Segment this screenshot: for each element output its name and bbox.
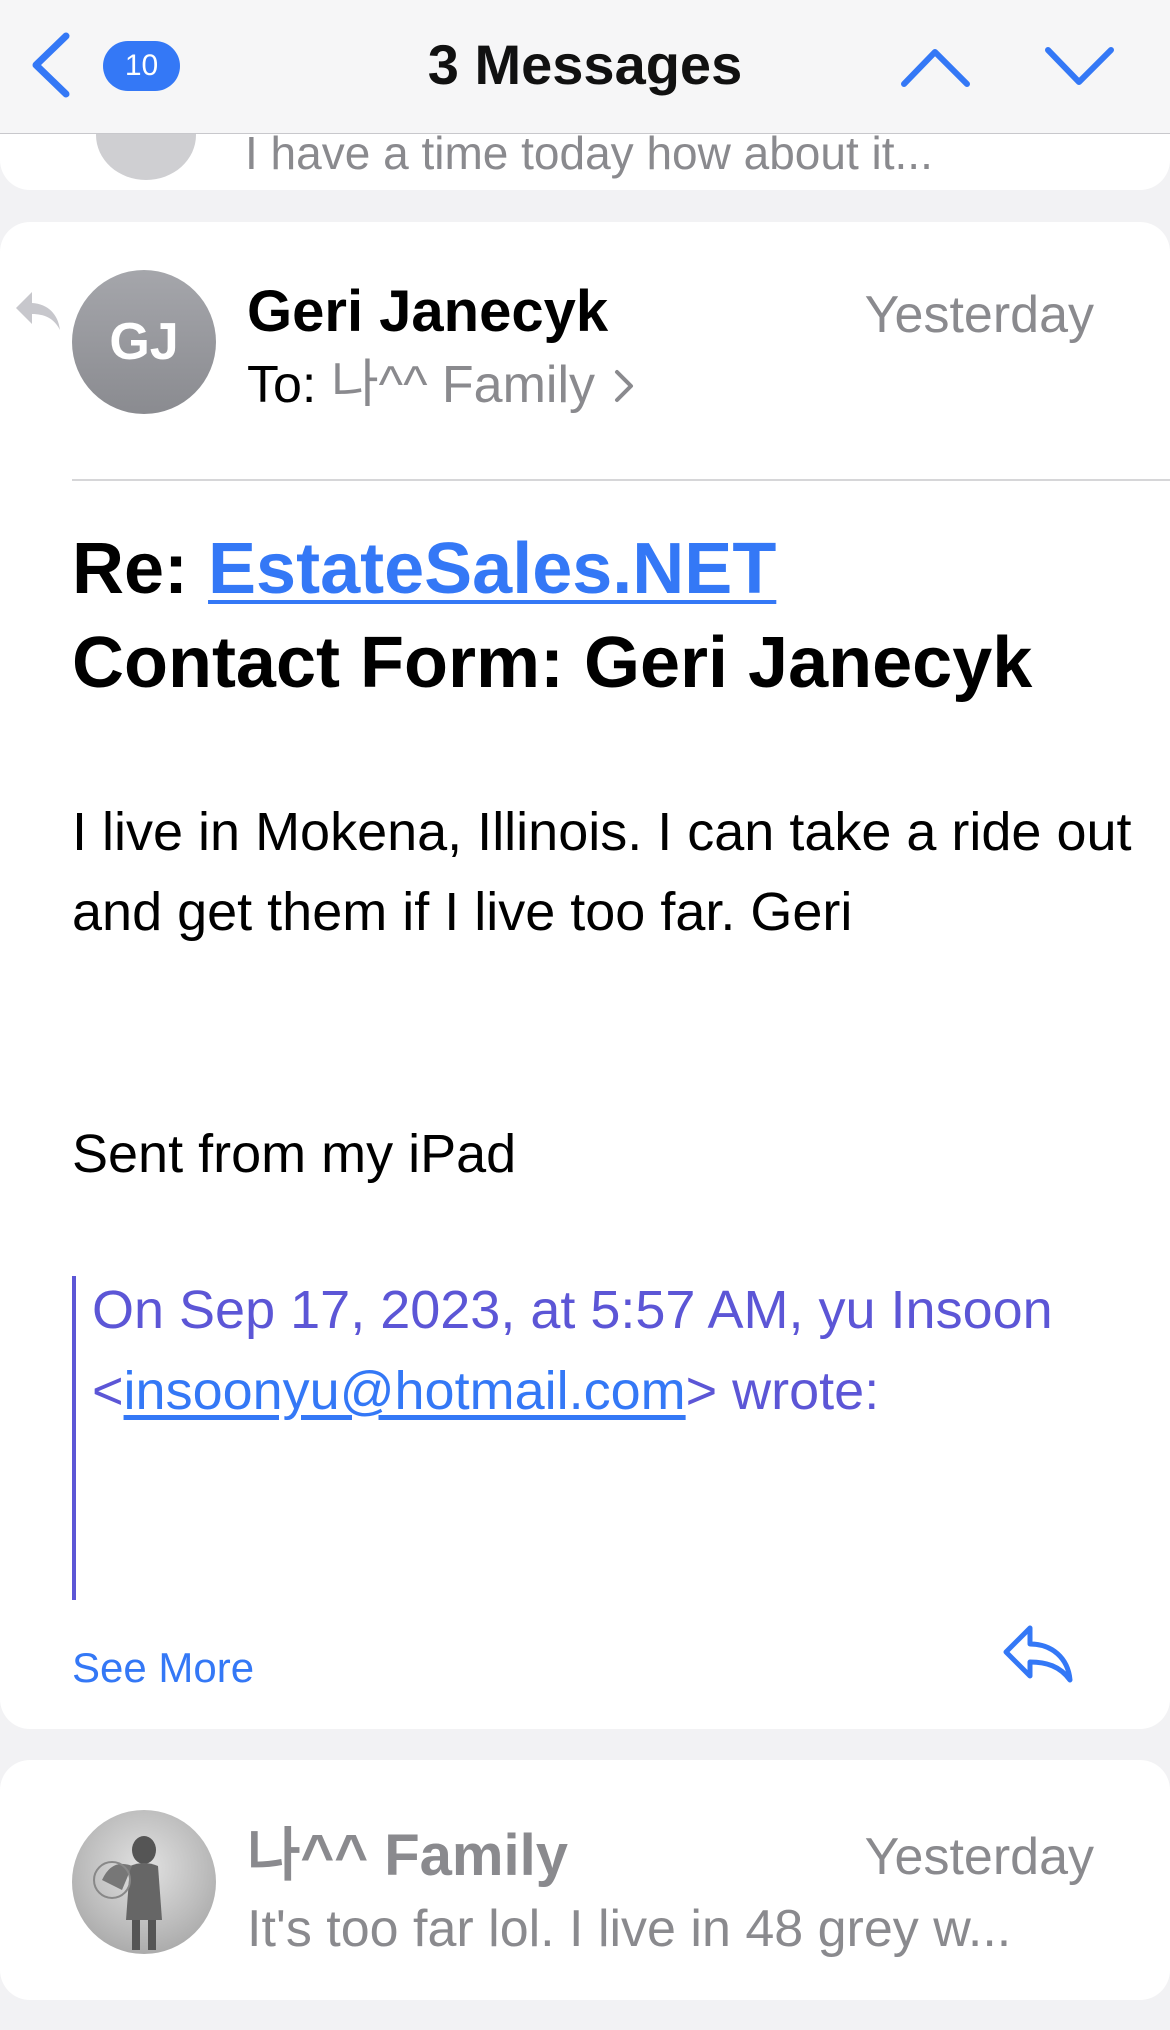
- divider: [72, 479, 1170, 481]
- chevron-down-icon[interactable]: [1042, 42, 1117, 92]
- avatar[interactable]: GJ: [72, 270, 216, 414]
- page-title: 3 Messages: [427, 33, 743, 96]
- avatar-photo-icon: [93, 1836, 162, 1950]
- message-signature: Sent from my iPad: [72, 1124, 517, 1184]
- unread-count-badge[interactable]: 10: [103, 41, 180, 91]
- sender-name[interactable]: Geri Janecyk: [247, 278, 608, 346]
- message-date: Yesterday: [864, 1828, 1094, 1886]
- chevron-up-icon[interactable]: [898, 42, 973, 92]
- to-label: To:: [247, 356, 317, 414]
- message-body: I live in Mokena, Illinois. I can take a…: [72, 802, 1132, 942]
- reply-icon[interactable]: [1000, 1622, 1076, 1686]
- message-date: Yesterday: [864, 286, 1094, 344]
- navigation-bar: 10 3 Messages: [0, 0, 1170, 134]
- back-chevron-icon[interactable]: [24, 30, 76, 100]
- message-snippet: It's too far lol. I live in 48 grey w...: [247, 1900, 1012, 1958]
- message-card: GJ Geri Janecyk Yesterday To: 나^^ Family…: [0, 222, 1170, 1729]
- chevron-right-icon: [615, 370, 634, 402]
- subject-link[interactable]: EstateSales.NET: [208, 529, 776, 609]
- sender-name: 나^^ Family: [247, 1823, 568, 1888]
- recipient-line[interactable]: To: 나^^ Family: [247, 352, 637, 418]
- recipient-name[interactable]: 나^^ Family: [331, 356, 595, 414]
- quote-outro: > wrote:: [685, 1361, 880, 1421]
- subject-prefix: Re:: [72, 529, 189, 609]
- quote-bar: [72, 1276, 76, 1600]
- replied-arrow-icon: [16, 292, 60, 330]
- message-subject: Re: EstateSales.NET Contact Form: Geri J…: [72, 522, 1122, 710]
- next-message-card[interactable]: 나^^ Family Yesterday It's too far lol. I…: [0, 1760, 1170, 2000]
- subject-text: Contact Form: Geri Janecyk: [72, 623, 1033, 703]
- see-more-link[interactable]: See More: [72, 1640, 254, 1696]
- quoted-header: On Sep 17, 2023, at 5:57 AM, yu Insoon <…: [92, 1270, 1092, 1432]
- avatar[interactable]: [72, 1810, 216, 1954]
- quote-email-link[interactable]: insoonyu@hotmail.com: [124, 1361, 686, 1421]
- previous-message-snippet: I have a time today how about it...: [245, 127, 933, 179]
